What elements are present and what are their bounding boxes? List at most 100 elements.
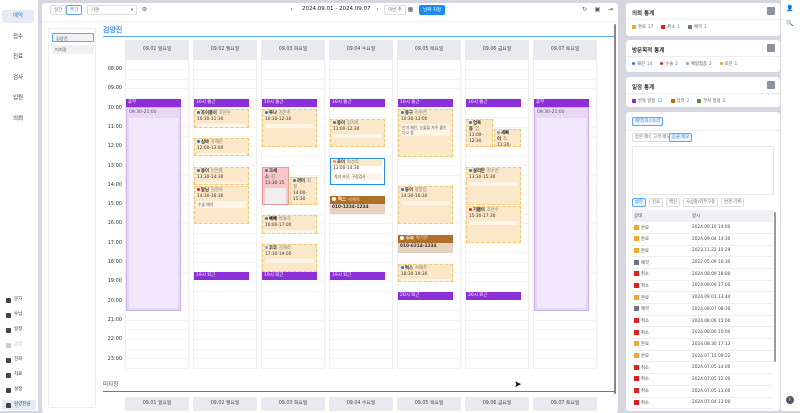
sidebar-bottom-item-7[interactable]: 김양진님	[2, 400, 36, 410]
status-label: 취소	[641, 389, 649, 395]
memo-tab-2[interactable]: 동물 메모	[669, 133, 693, 142]
table-row[interactable]: 완료 2024.09.04 14:30	[632, 233, 773, 246]
status-cell: 예약	[632, 303, 690, 316]
appointment-card[interactable]: 코코 김재석 17:30-19:00	[262, 244, 317, 273]
history-tab-4[interactable]: 변경 기록	[721, 198, 745, 207]
status-label: 취소	[641, 283, 649, 289]
appointment-card[interactable]: 조이풍이 조현수 10:30-11:30	[194, 109, 249, 128]
sidebar-item-1[interactable]: 접수	[2, 31, 34, 44]
calendar-scrollbar[interactable]	[614, 24, 616, 394]
section-underline	[103, 36, 615, 37]
table-row[interactable]: 예약 2024.08.07 08:30	[632, 303, 773, 316]
print-icon[interactable]: ▣	[593, 5, 602, 15]
refresh-icon[interactable]: ↻	[580, 5, 589, 15]
table-row[interactable]: 완료 2023.11.22 15:29	[632, 245, 773, 258]
appointment-card[interactable]: 심바 유혜진 12:00-13:00	[194, 138, 249, 157]
staff-item-0[interactable]: 김양진	[52, 33, 94, 42]
appointment-card[interactable]: 루나 김은주 10:30-12:30	[262, 109, 317, 147]
history-tab-0[interactable]: 방문	[632, 198, 646, 207]
legend-swatch-icon	[688, 24, 693, 29]
owner-name: 김현지	[210, 188, 223, 194]
history-tab-1[interactable]: 진료	[649, 198, 663, 207]
status-swatch-icon	[634, 399, 639, 405]
history-tab-2[interactable]: 백신	[666, 198, 680, 207]
appointment-card[interactable]: 뻬뻬 박홍식 16:00-17:00	[262, 215, 317, 234]
table-row[interactable]: 완료 2024.07.15 09:22	[632, 350, 773, 363]
table-row[interactable]: 취소 2024.08.09 18:00	[632, 268, 773, 281]
table-row[interactable]: 예약 2022.05.09 16:30	[632, 256, 773, 269]
appointment-card[interactable]: 달님 김현지 14:30-16:30 수술 예약	[194, 186, 249, 225]
chart-icon[interactable]	[767, 44, 775, 52]
sidebar-item-5[interactable]: 의뢰	[2, 113, 34, 126]
sidebar-bottom-item-2[interactable]: 일정	[6, 325, 22, 335]
pick-date-button[interactable]: 날짜 지정	[419, 5, 445, 15]
person-list-icon[interactable]: 👤	[786, 5, 793, 12]
appointment-card[interactable]: 엄복동 엄. 11:00-12:30	[466, 118, 493, 147]
appointment-card[interactable]: 럭스 서예지 010-1234-1234	[330, 196, 385, 215]
settings-sliders-icon[interactable]: ⚙	[140, 5, 149, 15]
sidebar-bottom-item-4[interactable]: 전화	[6, 355, 22, 365]
table-row[interactable]: 취소 2024.08.06 15:00	[632, 315, 773, 328]
sidebar-item-3[interactable]: 검사	[2, 72, 34, 85]
table-row[interactable]: 취소 2024.08.06 10:00	[632, 326, 773, 340]
next-week-button[interactable]: ›	[373, 5, 382, 15]
sidebar-item-2[interactable]: 진료	[2, 51, 34, 64]
tab-day[interactable]: 일간	[50, 5, 67, 15]
info-icon[interactable]: i	[786, 396, 794, 404]
collapse-panel-icon[interactable]: ⇥	[606, 5, 615, 15]
appointment-card[interactable]: 초이 최성희 13:00-14:30 치과 초진, 구강검사	[330, 157, 385, 186]
appointment-card[interactable]: 까미 최철 14:00-15:30	[290, 176, 317, 205]
pet-name: 몽구	[405, 111, 413, 117]
owner-name: 박기연	[415, 236, 428, 242]
appointment-time: 13:30-15	[265, 181, 285, 187]
hour-label: 08:00	[107, 66, 122, 72]
table-scrollbar[interactable]	[774, 212, 776, 362]
table-row[interactable]: 취소 2024.07.05 12:00	[632, 373, 773, 386]
sidebar-bottom-item-5[interactable]: 자료	[6, 370, 22, 380]
appointment-card[interactable]: 세삐이조.11:30-12:30	[494, 128, 521, 147]
legend-swatch-icon	[670, 98, 675, 103]
check-icon	[400, 235, 404, 240]
chart-icon[interactable]	[767, 7, 775, 15]
appointment-card[interactable]: 크세스 김 13:30-15	[262, 167, 289, 205]
table-row[interactable]: 취소 2024.07.05 14:00	[632, 361, 773, 375]
staff-item-1[interactable]: 미지정	[52, 45, 94, 54]
appointment-card[interactable]: 몽구 이수연 10:30-13:00 안과 재진, 눈물을 자주 흘린다고 함	[398, 109, 453, 157]
appointment-card[interactable]: 럭스 서예지 18:30-19:30	[398, 263, 453, 282]
calendar-icon[interactable]: ▦	[406, 5, 415, 15]
tab-week[interactable]: 주간	[66, 5, 83, 15]
sidebar-item-0[interactable]: 예약	[2, 10, 34, 23]
this-week-button[interactable]: 이번 주	[384, 5, 406, 15]
view-select[interactable]: 기본 ▾	[87, 5, 137, 15]
appointment-card[interactable]: 두부 박기연 010-6214-1234	[398, 234, 453, 253]
person-search-icon[interactable]: 🔍	[786, 20, 793, 27]
table-row[interactable]: 완료 2024.08.30 17:13	[632, 338, 773, 351]
history-tab-3[interactable]: 사상충/외부구충	[683, 198, 719, 207]
history-button[interactable]: 예약/히스토리	[632, 117, 664, 126]
status-label: 취소	[641, 377, 649, 383]
sidebar-bottom-item-6[interactable]: 설정	[6, 385, 22, 395]
table-row[interactable]: 취소 2024.07.05 11:00	[632, 385, 773, 398]
table-row[interactable]: 완료 2024.09.10 14:00	[632, 221, 773, 234]
legend-item: 반복 일정 12	[632, 98, 663, 104]
table-row[interactable]: 완료 2024.09.01 13:44	[632, 291, 773, 304]
memo-textarea[interactable]	[632, 146, 774, 195]
pet-name: 달님	[201, 188, 209, 194]
pet-name: 초이	[337, 159, 345, 165]
sidebar-bottom-item-1[interactable]: 수납	[6, 310, 22, 320]
appointment-card[interactable]: 둥이 임지아 11:00-12:30	[330, 118, 385, 147]
appointment-card[interactable]: 기쁨이 조연수 15:30-17:30	[466, 205, 521, 244]
appointment-card[interactable]: 둥이 방봉임 14:30-16:30	[398, 186, 453, 225]
datetime-cell: 2023.11.22 15:29	[690, 245, 773, 258]
appointment-card[interactable]: 살리만 김수진 13:30-15:30	[466, 167, 521, 205]
chart-icon[interactable]	[767, 81, 775, 89]
table-row[interactable]: 취소 2024.07.04 12:00	[632, 397, 773, 410]
off-block[interactable]: 09:30-21:00	[126, 106, 181, 311]
off-block[interactable]: 09:30-21:00	[534, 106, 589, 311]
prev-week-button[interactable]: ‹	[287, 5, 296, 15]
day-header: 09.05 목요일	[397, 40, 461, 60]
sidebar-bottom-item-0[interactable]: 문자	[6, 295, 22, 305]
sidebar-item-4[interactable]: 입원	[2, 92, 34, 105]
table-row[interactable]: 취소 2024.08.09 17:00	[632, 280, 773, 293]
appointment-card[interactable]: 둥이 민은별 13:30-14:30	[194, 167, 249, 186]
